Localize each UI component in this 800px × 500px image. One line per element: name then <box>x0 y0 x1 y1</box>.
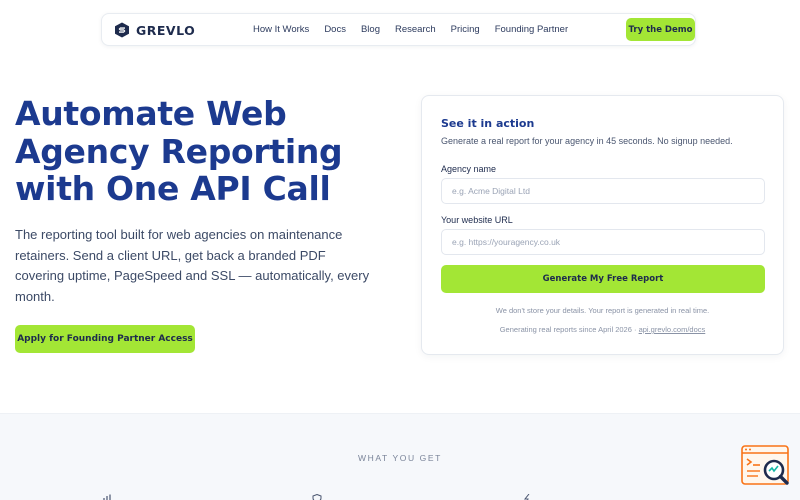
website-url-label: Your website URL <box>441 215 513 225</box>
nav-link-founding-partner[interactable]: Founding Partner <box>495 24 568 35</box>
nav-link-how-it-works[interactable]: How It Works <box>253 24 309 35</box>
features-section: WHAT YOU GET <box>0 413 800 500</box>
top-navbar: GREVLO How It Works Docs Blog Research P… <box>101 13 696 46</box>
agency-name-label: Agency name <box>441 164 497 174</box>
generate-report-button[interactable]: Generate My Free Report <box>441 265 765 293</box>
nav-link-docs[interactable]: Docs <box>324 24 346 35</box>
card-title: See it in action <box>441 117 535 130</box>
hero-subtitle: The reporting tool built for web agencie… <box>15 227 370 304</box>
hero-title: Automate Web Agency Reporting with One A… <box>15 94 343 208</box>
shield-icon <box>312 494 322 500</box>
nav-link-pricing[interactable]: Pricing <box>451 24 480 35</box>
privacy-note: We don't store your details. Your report… <box>495 306 710 315</box>
website-url-input[interactable] <box>441 229 765 255</box>
nav-link-blog[interactable]: Blog <box>361 24 380 35</box>
grevlo-s-logo-icon <box>115 22 129 38</box>
card-subtitle: Generate a real report for your agency i… <box>441 136 733 146</box>
report-search-widget-icon[interactable] <box>740 444 792 488</box>
docs-link[interactable]: api.grevlo.com/docs <box>639 325 706 334</box>
since-note: Generating real reports since April 2026… <box>422 325 783 334</box>
founding-partner-access-button[interactable]: Apply for Founding Partner Access <box>15 325 195 353</box>
features-eyebrow: WHAT YOU GET <box>358 453 442 463</box>
since-note-text: Generating real reports since April 2026… <box>499 325 637 334</box>
chart-icon <box>103 494 111 500</box>
nav-links: How It Works Docs Blog Research Pricing … <box>253 24 568 35</box>
lightning-icon <box>523 494 530 500</box>
try-demo-button[interactable]: Try the Demo <box>626 18 695 41</box>
brand-logo[interactable]: GREVLO <box>114 22 195 38</box>
nav-link-research[interactable]: Research <box>395 24 436 35</box>
demo-form-card: See it in action Generate a real report … <box>421 95 784 355</box>
agency-name-input[interactable] <box>441 178 765 204</box>
brand-name: GREVLO <box>136 22 196 38</box>
